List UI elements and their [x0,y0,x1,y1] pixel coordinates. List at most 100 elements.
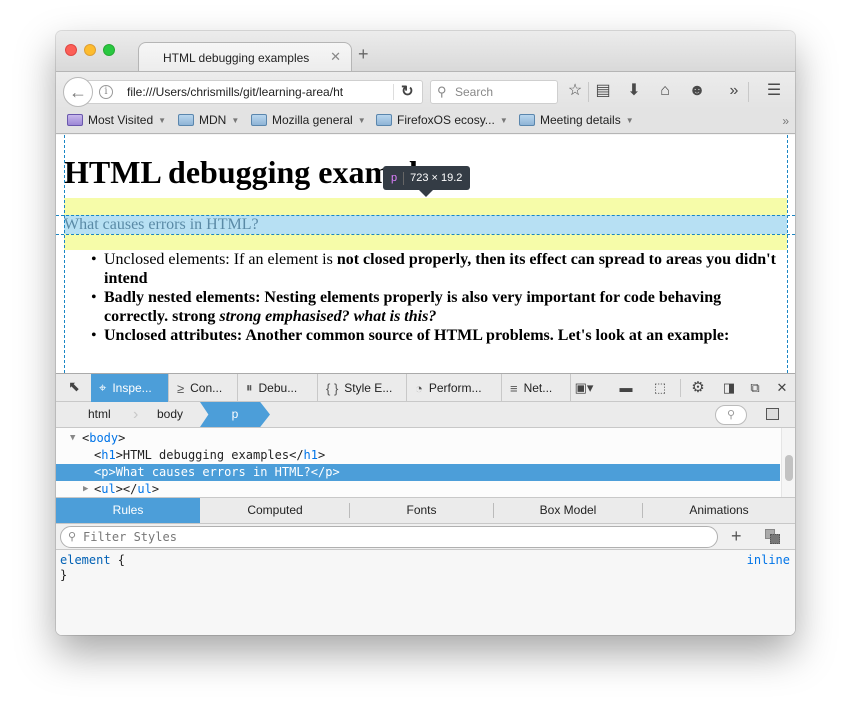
search-input[interactable] [455,84,553,100]
markup-node-h1[interactable]: <h1>HTML debugging examples</h1> [56,447,780,464]
tab-label: Debu... [258,381,298,395]
markup-punct: > [108,465,116,479]
filter-styles-input[interactable] [83,529,703,545]
tab-style-editor[interactable]: { } Style E... [318,374,407,402]
search-bar[interactable]: ⚲ [430,80,558,104]
tab-inspector[interactable]: ⌖ Inspe... [91,374,169,402]
sidebar-tabs: Rules Computed Fonts Box Model Animation… [56,498,795,524]
folder-icon [519,114,535,126]
markup-punct: </ [310,465,326,479]
minimize-window-button[interactable] [84,44,96,56]
bookmark-mdn[interactable]: MDN ▼ [178,113,239,127]
close-devtools-icon[interactable]: ✕ [772,379,792,397]
split-console-icon[interactable]: ▬ [616,379,636,397]
breadcrumb-p[interactable]: p [200,402,270,427]
markup-punct: > [318,448,326,462]
toolbar-separator [680,379,681,397]
filter-styles-box[interactable]: ⚲ [60,526,718,548]
frame-select-icon[interactable]: ▣▾ [574,379,594,397]
list-item: Unclosed attributes: Another common sour… [91,326,784,345]
markup-punct: > [332,465,340,479]
url-bar[interactable]: i file:///Users/chrismills/git/learning-… [78,80,423,104]
markup-scrollbar[interactable] [781,428,795,497]
navigation-toolbar: i file:///Users/chrismills/git/learning-… [56,71,795,109]
bookmarks-overflow-icon[interactable]: » [782,114,789,128]
markup-node-ul[interactable]: ▶ <ul></ul> [56,481,780,498]
toggle-sidebar-icon[interactable] [766,408,779,420]
settings-gear-icon[interactable]: ⚙ [688,379,708,397]
close-tab-icon[interactable]: ✕ [330,49,341,65]
tab-label: Con... [190,381,223,395]
downloads-icon[interactable]: ⬇ [623,81,645,101]
bookmark-label: Meeting details [540,113,621,127]
page-paragraph: What causes errors in HTML? [64,216,259,233]
folder-icon [178,114,194,126]
tab-rules[interactable]: Rules [56,498,200,523]
bookmark-firefoxos-ecosystem[interactable]: FirefoxOS ecosy... ▼ [376,113,508,127]
devtools-panel: ⬉ ⌖ Inspe... ≥ Con... ⏸ Debu... { } Style E.… [56,373,795,635]
expanded-twisty-icon[interactable]: ▼ [70,430,75,447]
back-button[interactable]: ← [63,77,93,107]
toolbar-separator [588,82,589,102]
highlighter-guide [64,135,65,373]
tab-box-model[interactable]: Box Model [494,498,642,523]
scrollbar-thumb[interactable] [785,455,793,481]
reload-icon[interactable]: ↻ [401,82,414,100]
tab-debugger[interactable]: ⏸ Debu... [238,374,318,402]
markup-text: HTML debugging examples [122,448,290,462]
overflow-chevrons-icon[interactable]: » [723,81,745,101]
markup-node-p-selected[interactable]: <p>What causes errors in HTML?</p> [56,464,780,481]
toggle-pseudo-classes-icon[interactable] [765,529,781,545]
hello-chat-icon[interactable]: ☻ [686,81,708,101]
smart-folder-icon [67,114,83,126]
page-content: HTML debugging examples What causes erro… [56,135,795,373]
hamburger-menu-icon[interactable]: ☰ [763,81,785,101]
markup-tag: ul [137,482,152,496]
rules-view: element { } inline [56,550,795,635]
markup-search-icon[interactable]: ⚲ [715,405,747,425]
markup-punct: </ [122,482,138,496]
tab-title: HTML debugging examples [163,51,310,65]
rule-selector[interactable]: element [60,553,111,567]
add-rule-icon[interactable]: + [731,526,742,546]
markup-punct: </ [289,448,304,462]
performance-icon: ◔ [415,380,423,396]
bookmark-mozilla-general[interactable]: Mozilla general ▼ [251,113,366,127]
inspector-icon: ⌖ [99,380,107,395]
dock-side-icon[interactable]: ◨ [719,379,739,397]
tab-animations[interactable]: Animations [643,498,795,523]
tab-computed[interactable]: Computed [200,498,350,523]
responsive-mode-icon[interactable]: ⬚ [650,379,670,397]
reading-list-icon[interactable]: ▤ [592,81,614,101]
new-tab-icon[interactable]: + [358,45,369,63]
breadcrumb-html[interactable]: html [88,402,111,427]
rule-source-link[interactable]: inline [747,553,790,567]
chevron-down-icon: ▼ [625,115,634,125]
element-picker-icon[interactable]: ⬉ [62,378,86,398]
tab-performance[interactable]: ◔ Perform... [407,374,502,402]
home-icon[interactable]: ⌂ [654,81,676,101]
tab-fonts[interactable]: Fonts [350,498,493,523]
network-icon: ≡ [510,380,518,396]
site-info-icon[interactable]: i [99,85,113,99]
chevron-down-icon: ▼ [499,115,508,125]
markup-node-body[interactable]: ▼ <body> [56,430,780,447]
back-arrow-icon: ← [69,81,87,102]
bookmark-meeting-details[interactable]: Meeting details ▼ [519,113,634,127]
rule-close-brace: } [60,568,68,582]
collapsed-twisty-icon[interactable]: ▶ [83,481,88,498]
browser-tab[interactable]: HTML debugging examples ✕ [138,42,352,72]
tab-label: Style E... [344,381,393,395]
highlighter-guide [56,234,795,235]
tab-console[interactable]: ≥ Con... [169,374,238,402]
undock-window-icon[interactable]: ⧉ [745,379,765,397]
url-text[interactable]: file:///Users/chrismills/git/learning-ar… [127,85,343,99]
style-editor-icon: { } [326,380,339,396]
bookmark-most-visited[interactable]: Most Visited ▼ [67,113,166,127]
close-window-button[interactable] [65,44,77,56]
zoom-window-button[interactable] [103,44,115,56]
bookmark-star-icon[interactable]: ☆ [564,81,586,101]
folder-icon [376,114,392,126]
breadcrumb-body[interactable]: body [157,402,183,427]
tab-network[interactable]: ≡ Net... [502,374,571,402]
